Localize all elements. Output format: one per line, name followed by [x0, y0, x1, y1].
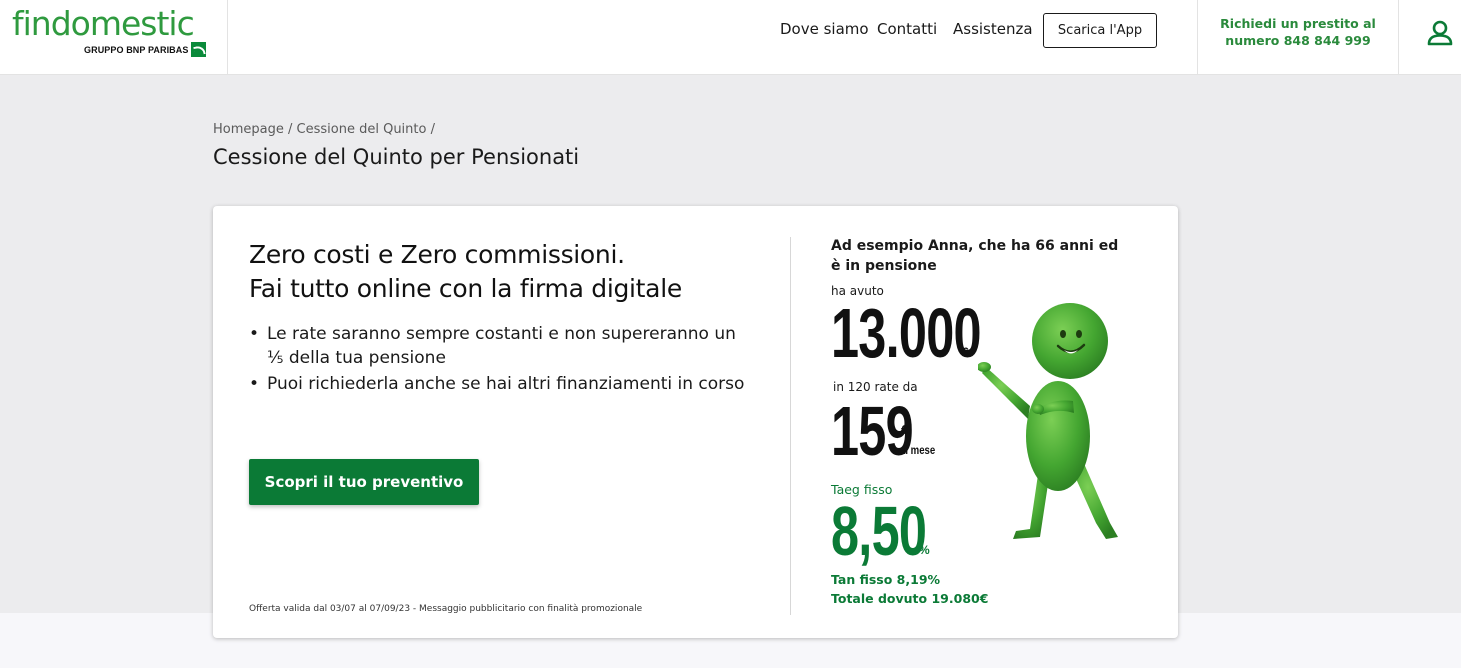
site-header: findomestic GRUPPO BNP PARIBAS Dove siam… — [0, 0, 1461, 75]
monthly-rate-period: al mese — [900, 443, 936, 457]
breadcrumb-section[interactable]: Cessione del Quinto — [297, 122, 427, 137]
taeg-value: 8,50 — [831, 492, 927, 570]
get-quote-button[interactable]: Scopri il tuo preventivo — [249, 459, 479, 505]
breadcrumb-separator: / — [288, 122, 293, 137]
offer-headline: Zero costi e Zero commissioni. Fai tutto… — [249, 238, 682, 306]
logo-wordmark: findomestic — [12, 4, 195, 43]
loan-amount-currency: € — [962, 345, 969, 359]
tan-value: Tan fisso 8,19% — [831, 572, 941, 587]
bnp-logo-icon — [191, 42, 206, 57]
call-phone-number: numero 848 844 999 — [1225, 33, 1371, 48]
column-divider — [790, 237, 791, 615]
call-line-1: Richiedi un prestito al — [1220, 16, 1376, 31]
nav-contatti[interactable]: Contatti — [877, 20, 937, 40]
green-mascot-image — [978, 303, 1118, 539]
taeg-unit: % — [919, 543, 930, 557]
offer-disclaimer: Offerta valida dal 03/07 al 07/09/23 - M… — [249, 604, 643, 614]
headline-line-1: Zero costi e Zero commissioni. — [249, 240, 625, 269]
offer-card: Zero costi e Zero commissioni. Fai tutto… — [213, 206, 1178, 638]
nav-assistenza[interactable]: Assistenza — [953, 20, 1033, 40]
loan-amount: 13.000 — [831, 294, 982, 372]
list-item: Puoi richiederla anche se hai altri fina… — [249, 372, 749, 396]
breadcrumb-home[interactable]: Homepage — [213, 122, 284, 137]
headline-line-2: Fai tutto online con la firma digitale — [249, 274, 682, 303]
user-icon[interactable] — [1425, 18, 1455, 48]
call-info[interactable]: Richiedi un prestito al numero 848 844 9… — [1197, 0, 1399, 74]
call-text: Richiedi un prestito al numero 848 844 9… — [1198, 15, 1398, 49]
monthly-rate-currency: € — [901, 422, 909, 437]
breadcrumb: Homepage / Cessione del Quinto / — [213, 122, 435, 137]
nav-dove-siamo[interactable]: Dove siamo — [780, 20, 869, 40]
example-intro: Ad esempio Anna, che ha 66 anni ed è in … — [831, 238, 1119, 274]
breadcrumb-separator: / — [430, 122, 435, 137]
total-due: Totale dovuto 19.080€ — [831, 591, 989, 606]
page-title: Cessione del Quinto per Pensionati — [213, 145, 580, 169]
list-item: Le rate saranno sempre costanti e non su… — [249, 322, 749, 370]
logo-group-label: GRUPPO BNP PARIBAS — [84, 45, 189, 55]
benefit-list: Le rate saranno sempre costanti e non su… — [249, 322, 749, 398]
logo[interactable]: findomestic GRUPPO BNP PARIBAS — [0, 0, 228, 74]
download-app-button[interactable]: Scarica l'App — [1043, 13, 1157, 48]
